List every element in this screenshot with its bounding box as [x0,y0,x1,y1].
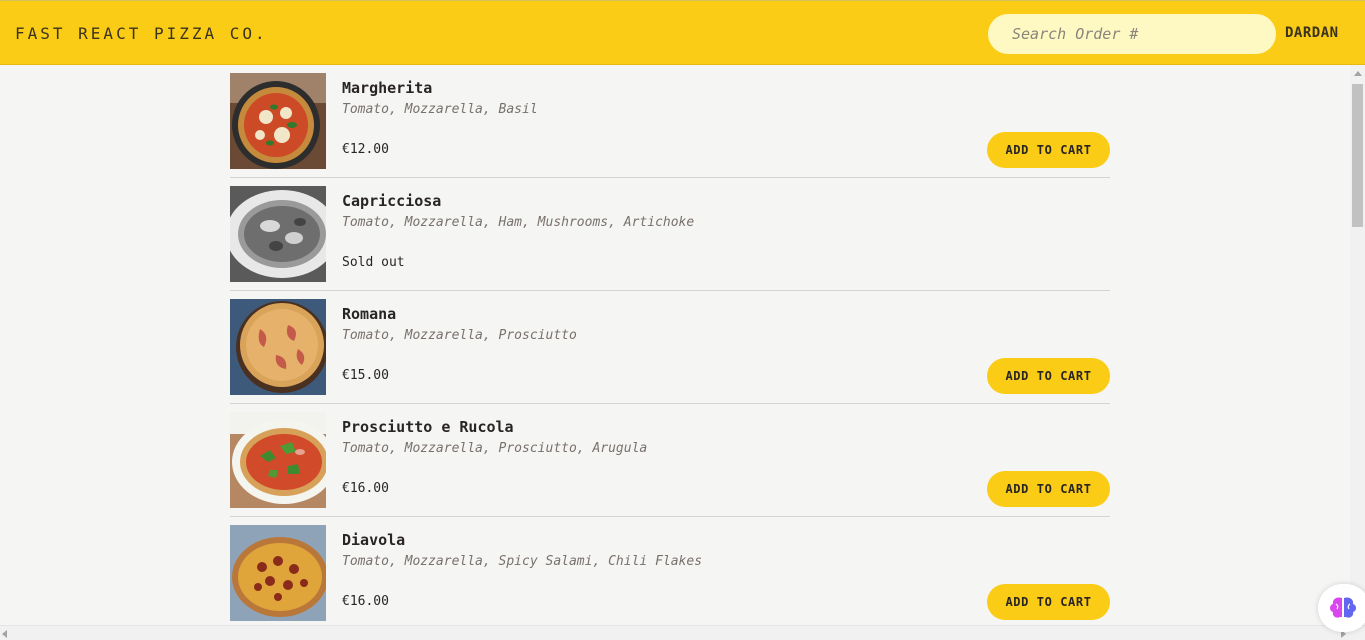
pizza-price: €16.00 [342,481,389,496]
pizza-price: €12.00 [342,142,389,157]
menu-item-prosciutto-e-rucola: Prosciutto e Rucola Tomato, Mozzarella, … [230,404,1110,517]
username: DARDAN [1285,25,1339,41]
pizza-romana-image [230,299,326,395]
brain-icon [1330,597,1356,618]
scroll-left-arrow-icon[interactable] [2,630,7,638]
pizza-name: Diavola [342,531,406,549]
pizza-name: Capricciosa [342,192,442,210]
pizza-prosciutto-rucola-image [230,412,326,508]
scroll-up-arrow-icon[interactable] [1354,71,1362,76]
menu-item-diavola: Diavola Tomato, Mozzarella, Spicy Salami… [230,517,1110,625]
pizza-margherita-image [230,73,326,169]
pizza-diavola-image [230,525,326,621]
pizza-name: Prosciutto e Rucola [342,418,514,436]
pizza-ingredients: Tomato, Mozzarella, Basil [342,102,538,117]
add-to-cart-button[interactable]: Add to cart [987,584,1110,620]
menu-item-margherita: Margherita Tomato, Mozzarella, Basil €12… [230,65,1110,178]
pizza-price: €15.00 [342,368,389,383]
pizza-ingredients: Tomato, Mozzarella, Prosciutto [342,328,577,343]
pizza-capricciosa-image [230,186,326,282]
add-to-cart-button[interactable]: Add to cart [987,358,1110,394]
logo-link[interactable]: Fast React Pizza Co. [15,24,268,43]
search-order-input[interactable] [988,14,1276,54]
add-to-cart-button[interactable]: Add to cart [987,132,1110,168]
horizontal-scrollbar[interactable] [0,625,1365,640]
pizza-name: Margherita [342,79,433,97]
sold-out-label: Sold out [342,255,405,270]
assistant-brain-button[interactable] [1318,584,1365,632]
header: Fast React Pizza Co. DARDAN [0,0,1365,65]
pizza-ingredients: Tomato, Mozzarella, Prosciutto, Arugula [342,441,648,456]
pizza-name: Romana [342,305,397,323]
pizza-ingredients: Tomato, Mozzarella, Spicy Salami, Chili … [342,554,703,569]
menu-item-romana: Romana Tomato, Mozzarella, Prosciutto €1… [230,291,1110,404]
vertical-scrollbar[interactable] [1350,65,1365,625]
pizza-ingredients: Tomato, Mozzarella, Ham, Mushrooms, Arti… [342,215,695,230]
scrollbar-thumb[interactable] [1352,84,1363,227]
main-content: Margherita Tomato, Mozzarella, Basil €12… [0,65,1350,625]
menu-list: Margherita Tomato, Mozzarella, Basil €12… [230,65,1110,625]
menu-item-capricciosa: Capricciosa Tomato, Mozzarella, Ham, Mus… [230,178,1110,291]
add-to-cart-button[interactable]: Add to cart [987,471,1110,507]
pizza-price: €16.00 [342,594,389,609]
